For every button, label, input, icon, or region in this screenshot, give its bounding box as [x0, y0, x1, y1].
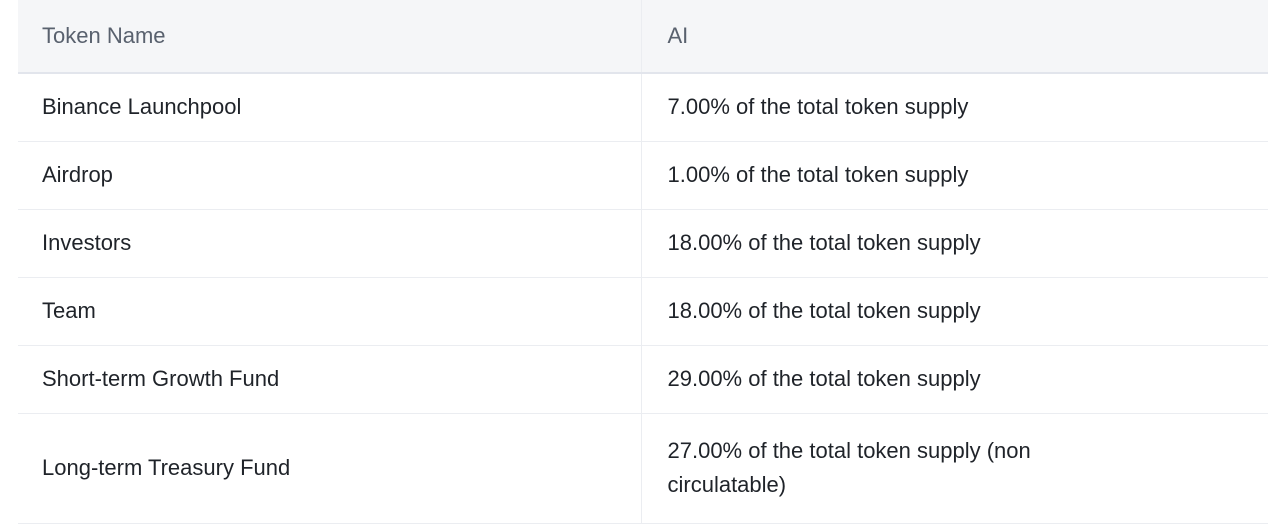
table-header: Token Name AI	[18, 0, 1268, 74]
cell-token-name: Binance Launchpool	[18, 73, 641, 142]
cell-token-name: Airdrop	[18, 141, 641, 210]
cell-token-name: Team	[18, 277, 641, 346]
token-distribution-table-container: Token Name AI Binance Launchpool 7.00% o…	[18, 0, 1268, 528]
cell-token-value: 27.00% of the total token supply (non ci…	[640, 413, 1268, 524]
token-distribution-table: Token Name AI Binance Launchpool 7.00% o…	[18, 0, 1268, 524]
table-row: Binance Launchpool 7.00% of the total to…	[18, 73, 1268, 142]
table-row: Short-term Growth Fund 29.00% of the tot…	[18, 345, 1268, 414]
cell-token-value: 7.00% of the total token supply	[640, 73, 1268, 142]
column-header-ai[interactable]: AI	[640, 0, 1268, 74]
cell-token-value: 29.00% of the total token supply	[640, 345, 1268, 414]
table-header-row: Token Name AI	[18, 0, 1268, 74]
cell-token-value: 1.00% of the total token supply	[640, 141, 1268, 210]
cell-token-name: Long-term Treasury Fund	[18, 413, 641, 524]
cell-token-name: Investors	[18, 209, 641, 278]
table-row: Long-term Treasury Fund 27.00% of the to…	[18, 413, 1268, 524]
cell-token-value: 18.00% of the total token supply	[640, 209, 1268, 278]
cell-token-name: Short-term Growth Fund	[18, 345, 641, 414]
table-row: Investors 18.00% of the total token supp…	[18, 209, 1268, 278]
table-body: Binance Launchpool 7.00% of the total to…	[18, 73, 1268, 524]
column-header-token-name[interactable]: Token Name	[18, 0, 641, 74]
cell-token-value: 18.00% of the total token supply	[640, 277, 1268, 346]
table-row: Airdrop 1.00% of the total token supply	[18, 141, 1268, 210]
table-row: Team 18.00% of the total token supply	[18, 277, 1268, 346]
